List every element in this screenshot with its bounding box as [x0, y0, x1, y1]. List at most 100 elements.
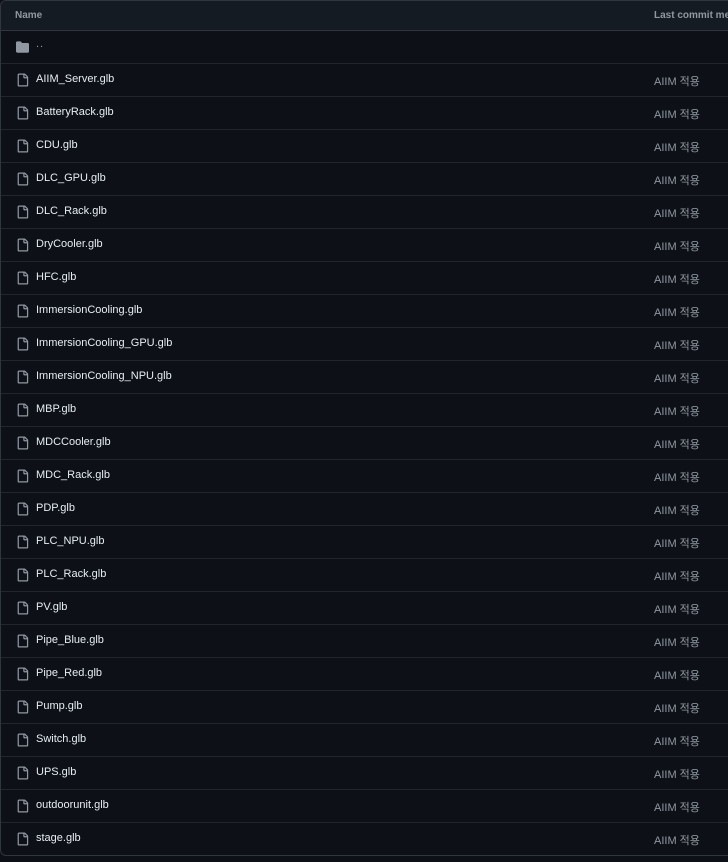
- file-row[interactable]: BatteryRack.glb AIIM 적용: [1, 97, 728, 130]
- file-row[interactable]: PLC_NPU.glb AIIM 적용: [1, 526, 728, 559]
- file-icon: [17, 535, 29, 549]
- file-name-link[interactable]: outdoorunit.glb: [36, 799, 109, 811]
- file-icon: [17, 799, 29, 813]
- file-row[interactable]: CDU.glb AIIM 적용: [1, 130, 728, 163]
- file-row[interactable]: Pipe_Red.glb AIIM 적용: [1, 658, 728, 691]
- file-icon: [17, 271, 29, 285]
- commit-message-link[interactable]: AIIM 적용: [654, 271, 700, 287]
- commit-message-link[interactable]: AIIM 적용: [654, 370, 700, 386]
- file-name-link[interactable]: HFC.glb: [36, 271, 76, 283]
- commit-message-link[interactable]: AIIM 적용: [654, 403, 700, 419]
- file-row[interactable]: MDC_Rack.glb AIIM 적용: [1, 460, 728, 493]
- file-icon: [17, 667, 29, 681]
- file-name-link[interactable]: Switch.glb: [36, 733, 86, 745]
- file-icon: [17, 73, 29, 87]
- file-row[interactable]: ImmersionCooling_GPU.glb AIIM 적용: [1, 328, 728, 361]
- file-name-link[interactable]: MDC_Rack.glb: [36, 469, 110, 481]
- file-icon: [17, 601, 29, 615]
- commit-message-link[interactable]: AIIM 적용: [654, 535, 700, 551]
- file-name-link[interactable]: BatteryRack.glb: [36, 106, 114, 118]
- file-icon: [17, 238, 29, 252]
- file-name-link[interactable]: MDCCooler.glb: [36, 436, 111, 448]
- file-name-link[interactable]: PLC_Rack.glb: [36, 568, 106, 580]
- file-icon: [17, 469, 29, 483]
- file-row[interactable]: stage.glb AIIM 적용: [1, 823, 728, 855]
- file-icon: [17, 172, 29, 186]
- file-name-link[interactable]: Pump.glb: [36, 700, 82, 712]
- file-name-link[interactable]: Pipe_Blue.glb: [36, 634, 104, 646]
- file-name-link[interactable]: ImmersionCooling.glb: [36, 304, 142, 316]
- commit-message-link[interactable]: AIIM 적용: [654, 799, 700, 815]
- commit-message-link[interactable]: AIIM 적용: [654, 634, 700, 650]
- file-icon: [17, 139, 29, 153]
- file-name-link[interactable]: PV.glb: [36, 601, 67, 613]
- commit-message-link[interactable]: AIIM 적용: [654, 502, 700, 518]
- file-name-link[interactable]: DLC_Rack.glb: [36, 205, 107, 217]
- file-name-link[interactable]: stage.glb: [36, 832, 81, 844]
- commit-message-link[interactable]: AIIM 적용: [654, 667, 700, 683]
- commit-message-link[interactable]: AIIM 적용: [654, 337, 700, 353]
- file-row[interactable]: DLC_GPU.glb AIIM 적용: [1, 163, 728, 196]
- table-header: Name Last commit message: [1, 1, 728, 31]
- file-row[interactable]: PV.glb AIIM 적용: [1, 592, 728, 625]
- commit-message-link[interactable]: AIIM 적용: [654, 601, 700, 617]
- file-name-link[interactable]: AIIM_Server.glb: [36, 73, 114, 85]
- file-name-link[interactable]: CDU.glb: [36, 139, 78, 151]
- file-list: AIIM_Server.glb AIIM 적용 BatteryRack.glb AII…: [1, 64, 728, 855]
- commit-message-link[interactable]: AIIM 적용: [654, 436, 700, 452]
- file-row[interactable]: DryCooler.glb AIIM 적용: [1, 229, 728, 262]
- commit-message-link[interactable]: AIIM 적용: [654, 733, 700, 749]
- file-row[interactable]: HFC.glb AIIM 적용: [1, 262, 728, 295]
- file-icon: [17, 304, 29, 318]
- file-icon: [17, 733, 29, 747]
- commit-message-link[interactable]: AIIM 적용: [654, 766, 700, 782]
- file-icon: [17, 700, 29, 714]
- file-icon: [17, 370, 29, 384]
- file-row[interactable]: UPS.glb AIIM 적용: [1, 757, 728, 790]
- file-icon: [17, 205, 29, 219]
- file-row[interactable]: MBP.glb AIIM 적용: [1, 394, 728, 427]
- file-icon: [17, 337, 29, 351]
- folder-icon: [16, 41, 29, 53]
- file-name-link[interactable]: PDP.glb: [36, 502, 75, 514]
- column-header-last-commit: Last commit message: [654, 10, 728, 21]
- commit-message-link[interactable]: AIIM 적용: [654, 238, 700, 254]
- file-name-link[interactable]: DryCooler.glb: [36, 238, 103, 250]
- commit-message-link[interactable]: AIIM 적용: [654, 568, 700, 584]
- file-name-link[interactable]: Pipe_Red.glb: [36, 667, 102, 679]
- file-name-link[interactable]: PLC_NPU.glb: [36, 535, 104, 547]
- file-name-link[interactable]: MBP.glb: [36, 403, 76, 415]
- file-name-link[interactable]: UPS.glb: [36, 766, 76, 778]
- commit-message-link[interactable]: AIIM 적용: [654, 73, 700, 89]
- commit-message-link[interactable]: AIIM 적용: [654, 469, 700, 485]
- file-row[interactable]: DLC_Rack.glb AIIM 적용: [1, 196, 728, 229]
- commit-message-link[interactable]: AIIM 적용: [654, 700, 700, 716]
- commit-message-link[interactable]: AIIM 적용: [654, 139, 700, 155]
- file-row[interactable]: Pump.glb AIIM 적용: [1, 691, 728, 724]
- file-icon: [17, 403, 29, 417]
- file-name-link[interactable]: ImmersionCooling_GPU.glb: [36, 337, 172, 349]
- commit-message-link[interactable]: AIIM 적용: [654, 304, 700, 320]
- file-row[interactable]: PDP.glb AIIM 적용: [1, 493, 728, 526]
- file-row[interactable]: AIIM_Server.glb AIIM 적용: [1, 64, 728, 97]
- file-name-link[interactable]: ImmersionCooling_NPU.glb: [36, 370, 172, 382]
- commit-message-link[interactable]: AIIM 적용: [654, 106, 700, 122]
- file-row[interactable]: ImmersionCooling.glb AIIM 적용: [1, 295, 728, 328]
- parent-directory-link[interactable]: ..: [36, 38, 44, 50]
- commit-message-link[interactable]: AIIM 적용: [654, 205, 700, 221]
- parent-directory-row[interactable]: ..: [1, 31, 728, 64]
- file-row[interactable]: PLC_Rack.glb AIIM 적용: [1, 559, 728, 592]
- file-icon: [17, 766, 29, 780]
- file-row[interactable]: MDCCooler.glb AIIM 적용: [1, 427, 728, 460]
- file-row[interactable]: ImmersionCooling_NPU.glb AIIM 적용: [1, 361, 728, 394]
- commit-message-link[interactable]: AIIM 적용: [654, 172, 700, 188]
- file-icon: [17, 832, 29, 846]
- file-row[interactable]: Switch.glb AIIM 적용: [1, 724, 728, 757]
- file-icon: [17, 502, 29, 516]
- file-table: Name Last commit message .. AIIM_Server.…: [0, 0, 728, 856]
- file-row[interactable]: Pipe_Blue.glb AIIM 적용: [1, 625, 728, 658]
- file-name-link[interactable]: DLC_GPU.glb: [36, 172, 106, 184]
- column-header-name: Name: [15, 10, 43, 21]
- file-row[interactable]: outdoorunit.glb AIIM 적용: [1, 790, 728, 823]
- commit-message-link[interactable]: AIIM 적용: [654, 832, 700, 848]
